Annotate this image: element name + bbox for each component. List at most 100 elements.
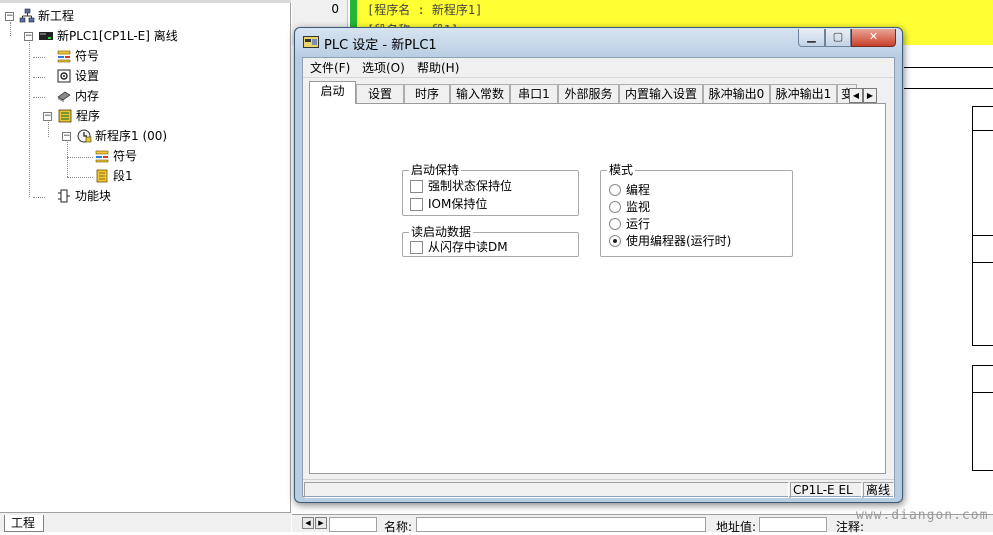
collapse-program1-button[interactable]: − xyxy=(62,132,71,141)
close-button[interactable]: ✕ xyxy=(851,29,896,47)
tree-item-plc[interactable]: 新PLC1[CP1L-E] 离线 xyxy=(38,27,178,45)
ladder-line xyxy=(904,67,993,68)
ladder-line xyxy=(972,262,993,263)
ladder-line xyxy=(972,365,993,366)
tab-settings[interactable]: 设置 xyxy=(356,84,404,103)
tree-connector xyxy=(33,197,45,198)
tab-builtin-input-settings[interactable]: 内置输入设置 xyxy=(619,84,703,103)
read-dm-from-flash-label: 从闪存中读DM xyxy=(428,240,508,254)
ladder-line xyxy=(972,365,973,471)
collapse-programs-button[interactable]: − xyxy=(43,112,52,121)
tree-label: 程序 xyxy=(76,109,101,123)
tree-item-function-blocks[interactable]: 功能块 xyxy=(56,187,111,205)
tree-item-symbols[interactable]: 符号 xyxy=(56,47,99,65)
force-status-hold-checkbox[interactable]: 强制状态保持位 xyxy=(410,179,512,194)
ladder-line xyxy=(972,392,993,393)
tree-label: 新工程 xyxy=(38,9,75,23)
tab-serial-port1[interactable]: 串口1 xyxy=(510,84,558,103)
project-tree-pane: − 新工程 − 新PLC1[CP1L-E] 离线 符号 设置 内存 − 程序 −… xyxy=(0,0,291,532)
scroll-left-button[interactable]: ◀ xyxy=(302,517,314,529)
dialog-client-area: 文件(F) 选项(O) 帮助(H) 启动 设置 时序 输入常数 串口1 外部服务… xyxy=(302,57,895,498)
mode-title: 模式 xyxy=(607,163,636,177)
iom-hold-label: IOM保持位 xyxy=(428,197,488,211)
symbols-icon xyxy=(95,150,109,163)
radio-dot xyxy=(609,201,621,213)
ladder-line xyxy=(972,470,993,471)
tab-project[interactable]: 工程 xyxy=(4,515,45,532)
program-task-icon xyxy=(77,129,92,143)
tree-item-project-root[interactable]: 新工程 xyxy=(19,7,74,25)
minimize-button[interactable]: ▁ xyxy=(798,29,825,47)
mode-use-programming-console-label: 使用编程器(运行时) xyxy=(626,234,732,248)
mode-run-label: 运行 xyxy=(626,217,651,231)
tree-label: 功能块 xyxy=(75,189,112,203)
mode-monitor-radio[interactable]: 监视 xyxy=(609,199,650,215)
tree-label: 新程序1 (00) xyxy=(95,129,168,143)
read-dm-from-flash-checkbox[interactable]: 从闪存中读DM xyxy=(410,240,508,255)
tree-connector xyxy=(67,142,68,177)
tree-label: 段1 xyxy=(113,169,133,183)
radio-dot xyxy=(609,184,621,196)
dialog-titlebar[interactable]: PLC 设定 - 新PLC1 ▁ ▢ ✕ xyxy=(295,28,902,57)
symbols-icon xyxy=(57,50,71,63)
checkbox-box xyxy=(410,198,423,211)
ladder-line xyxy=(904,88,993,89)
plc-settings-dialog: PLC 设定 - 新PLC1 ▁ ▢ ✕ 文件(F) 选项(O) 帮助(H) 启… xyxy=(294,27,903,503)
scroll-right-button[interactable]: ▶ xyxy=(315,517,327,529)
plc-settings-app-icon xyxy=(303,36,319,48)
tree-connector xyxy=(10,22,11,36)
menu-bar: 文件(F) 选项(O) 帮助(H) xyxy=(303,58,894,78)
tab-external-service[interactable]: 外部服务 xyxy=(558,84,619,103)
tab-pulse-output1[interactable]: 脉冲输出1 xyxy=(770,84,837,103)
tab-scroll-left-icon[interactable]: ◀ xyxy=(849,88,863,103)
function-block-icon xyxy=(58,189,70,203)
settings-tab-strip: 启动 设置 时序 输入常数 串口1 外部服务 内置输入设置 脉冲输出0 脉冲输出… xyxy=(303,80,894,104)
tree-item-program1-symbols[interactable]: 符号 xyxy=(94,147,137,165)
plc-device-icon xyxy=(39,32,53,40)
status-panel-empty xyxy=(304,482,789,498)
collapse-plc-button[interactable]: − xyxy=(24,32,33,41)
tree-item-section1[interactable]: 段1 xyxy=(94,167,133,185)
program-name-line: [程序名 : 新程序1] xyxy=(367,3,483,17)
name-label: 名称: xyxy=(384,520,413,534)
watermark: www.diangon.com xyxy=(856,508,989,523)
tree-label: 内存 xyxy=(75,89,100,103)
mode-run-radio[interactable]: 运行 xyxy=(609,216,650,232)
tree-item-memory[interactable]: 内存 xyxy=(56,87,99,105)
status-plc-model: CP1L-E EL xyxy=(790,482,862,498)
menu-help[interactable]: 帮助(H) xyxy=(417,60,459,76)
collapse-root-button[interactable]: − xyxy=(5,12,14,21)
address-field[interactable] xyxy=(759,517,827,532)
radio-dot-selected xyxy=(609,235,621,247)
project-network-icon xyxy=(19,8,35,23)
dialog-status-bar: CP1L-E EL 离线 xyxy=(303,479,894,498)
menu-options[interactable]: 选项(O) xyxy=(362,60,405,76)
menu-file[interactable]: 文件(F) xyxy=(310,60,350,76)
name-field[interactable] xyxy=(416,517,706,532)
tree-item-program1[interactable]: 新程序1 (00) xyxy=(76,127,167,145)
tab-input-constants[interactable]: 输入常数 xyxy=(450,84,510,103)
tree-connector xyxy=(29,42,30,197)
tab-startup[interactable]: 启动 xyxy=(309,81,356,104)
startup-hold-title: 启动保持 xyxy=(409,163,462,177)
tree-connector xyxy=(48,122,49,137)
read-startup-data-title: 读启动数据 xyxy=(409,225,474,239)
iom-hold-checkbox[interactable]: IOM保持位 xyxy=(410,197,487,212)
programs-icon xyxy=(58,109,72,123)
tree-item-settings[interactable]: 设置 xyxy=(56,67,99,85)
read-startup-data-group: 读启动数据 从闪存中读DM xyxy=(402,225,579,257)
tab-timing[interactable]: 时序 xyxy=(404,84,450,103)
memory-chip-icon xyxy=(57,91,71,102)
mode-use-programming-console-radio[interactable]: 使用编程器(运行时) xyxy=(609,233,731,249)
info-field xyxy=(329,517,377,532)
maximize-button[interactable]: ▢ xyxy=(825,29,851,47)
mode-program-radio[interactable]: 编程 xyxy=(609,182,650,198)
tree-label: 符号 xyxy=(75,49,100,63)
tab-scroll-right-icon[interactable]: ▶ xyxy=(863,88,877,103)
tree-label: 符号 xyxy=(113,149,138,163)
tree-item-programs[interactable]: 程序 xyxy=(57,107,100,125)
status-connection: 离线 xyxy=(863,482,894,498)
tab-pulse-output0[interactable]: 脉冲输出0 xyxy=(703,84,770,103)
mode-program-label: 编程 xyxy=(626,183,651,197)
mode-group: 模式 编程 监视 运行 使用编程器(运行时) xyxy=(600,163,793,257)
